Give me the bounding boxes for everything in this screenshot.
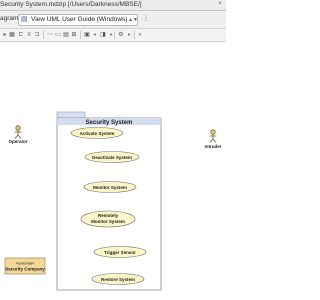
use-case-label: Trigger Sensor — [104, 250, 136, 255]
use-case-activate-system[interactable]: Activate System — [70, 127, 124, 139]
system-title: Security System — [86, 120, 133, 126]
actor-icon — [209, 129, 217, 143]
use-case-deactivate-system[interactable]: Deactivate System — [84, 151, 140, 163]
use-case-monitor-system[interactable]: Monitor System — [83, 181, 137, 193]
actor-intruder[interactable]: Intruder — [204, 129, 222, 149]
use-case-label: Remotely — [98, 213, 119, 218]
actor-label: Operator — [8, 139, 27, 144]
use-case-remotely-monitor-system[interactable]: Remotely Monitor System — [80, 210, 136, 228]
diagram-canvas: Security System Operator Intruder Activa… — [4, 111, 222, 291]
stereotype-label: «external» — [16, 261, 35, 266]
system-boundary[interactable]: Security System — [56, 111, 162, 291]
actor-operator[interactable]: Operator — [8, 125, 28, 144]
actor-label: Intruder — [204, 144, 221, 149]
actor-icon — [14, 125, 22, 139]
external-security-company[interactable]: «external» Security Company — [4, 257, 46, 275]
use-case-label: Monitor System — [91, 219, 125, 224]
use-case-label: Deactivate System — [92, 155, 132, 160]
use-case-label: Restore System — [101, 277, 135, 282]
use-case-trigger-sensor[interactable]: Trigger Sensor — [93, 246, 147, 258]
use-case-restore-system[interactable]: Restore System — [91, 273, 145, 285]
use-case-label: Activate System — [80, 131, 115, 136]
use-case-label: Monitor System — [93, 185, 127, 190]
block-name: Security Company — [5, 267, 45, 272]
